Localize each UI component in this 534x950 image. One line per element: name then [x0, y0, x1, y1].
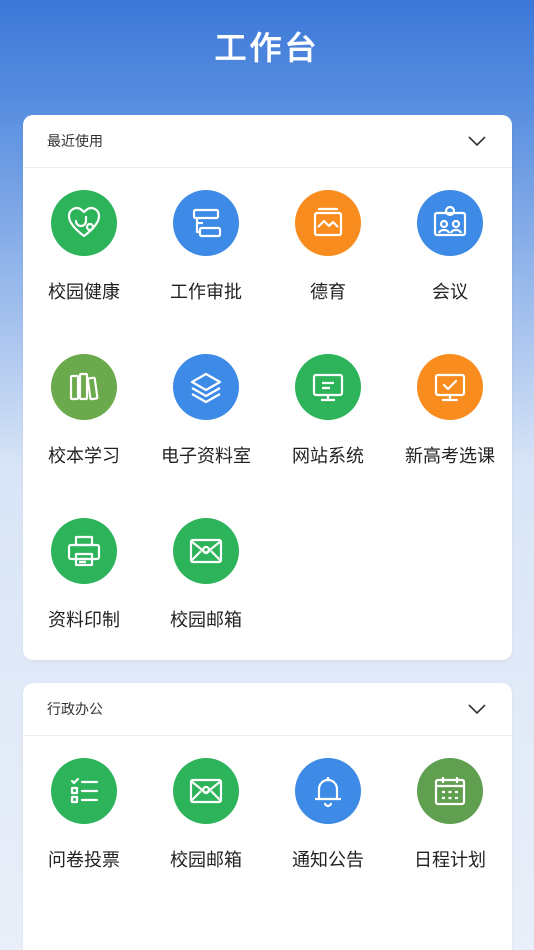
app-tile-label: 工作审批 [170, 282, 242, 303]
app-tile-school-study[interactable]: 校本学习 [23, 354, 145, 518]
app-tile-e-library[interactable]: 电子资料室 [145, 354, 267, 518]
app-tile-notice[interactable]: 通知公告 [267, 758, 389, 922]
app-tile-material-printing[interactable]: 资料印制 [23, 518, 145, 682]
app-tile-label: 校本学习 [48, 446, 120, 467]
app-tile-label: 会议 [432, 282, 468, 303]
recent-section: 最近使用 校园健康 工作审批 德育 会议 校本学习 电子资料室 网站系统 新高考… [23, 115, 512, 660]
heart-health-icon [51, 190, 117, 256]
app-tile-survey-vote[interactable]: 问卷投票 [23, 758, 145, 922]
chevron-down-icon[interactable] [466, 130, 488, 152]
printer-icon [51, 518, 117, 584]
page-title: 工作台 [214, 29, 320, 67]
app-tile-label: 德育 [310, 282, 346, 303]
app-tile-campus-mail-2[interactable]: 校园邮箱 [145, 758, 267, 922]
app-tile-label: 校园健康 [48, 282, 120, 303]
app-tile-label: 资料印制 [48, 610, 120, 631]
app-header: 工作台 [0, 0, 534, 92]
recent-section-header[interactable]: 最近使用 [23, 115, 512, 168]
app-tile-label: 网站系统 [292, 446, 364, 467]
app-tile-work-approval[interactable]: 工作审批 [145, 190, 267, 354]
app-tile-label: 通知公告 [292, 850, 364, 871]
course-select-icon [417, 354, 483, 420]
app-tile-label: 问卷投票 [48, 850, 120, 871]
section-title: 最近使用 [47, 134, 103, 150]
app-tile-moral-education[interactable]: 德育 [267, 190, 389, 354]
app-tile-label: 校园邮箱 [170, 850, 242, 871]
app-tile-label: 新高考选课 [405, 446, 495, 467]
app-tile-label: 校园邮箱 [170, 610, 242, 631]
app-tile-website-system[interactable]: 网站系统 [267, 354, 389, 518]
app-tile-label: 电子资料室 [161, 446, 251, 467]
moral-chart-icon [295, 190, 361, 256]
approval-flow-icon [173, 190, 239, 256]
app-tile-campus-health[interactable]: 校园健康 [23, 190, 145, 354]
monitor-icon [295, 354, 361, 420]
mail-icon [173, 518, 239, 584]
survey-list-icon [51, 758, 117, 824]
meeting-icon [417, 190, 483, 256]
chevron-down-icon[interactable] [466, 698, 488, 720]
admin-office-section: 行政办公 问卷投票 校园邮箱 通知公告 日程计划 [23, 683, 512, 950]
layers-icon [173, 354, 239, 420]
admin-section-header[interactable]: 行政办公 [23, 683, 512, 736]
books-icon [51, 354, 117, 420]
mail-icon [173, 758, 239, 824]
calendar-icon [417, 758, 483, 824]
bell-icon [295, 758, 361, 824]
app-tile-campus-mail[interactable]: 校园邮箱 [145, 518, 267, 682]
app-tile-meeting[interactable]: 会议 [389, 190, 511, 354]
app-tile-course-selection[interactable]: 新高考选课 [389, 354, 511, 518]
section-title: 行政办公 [47, 702, 103, 718]
app-tile-schedule[interactable]: 日程计划 [389, 758, 511, 922]
app-tile-label: 日程计划 [414, 850, 486, 871]
